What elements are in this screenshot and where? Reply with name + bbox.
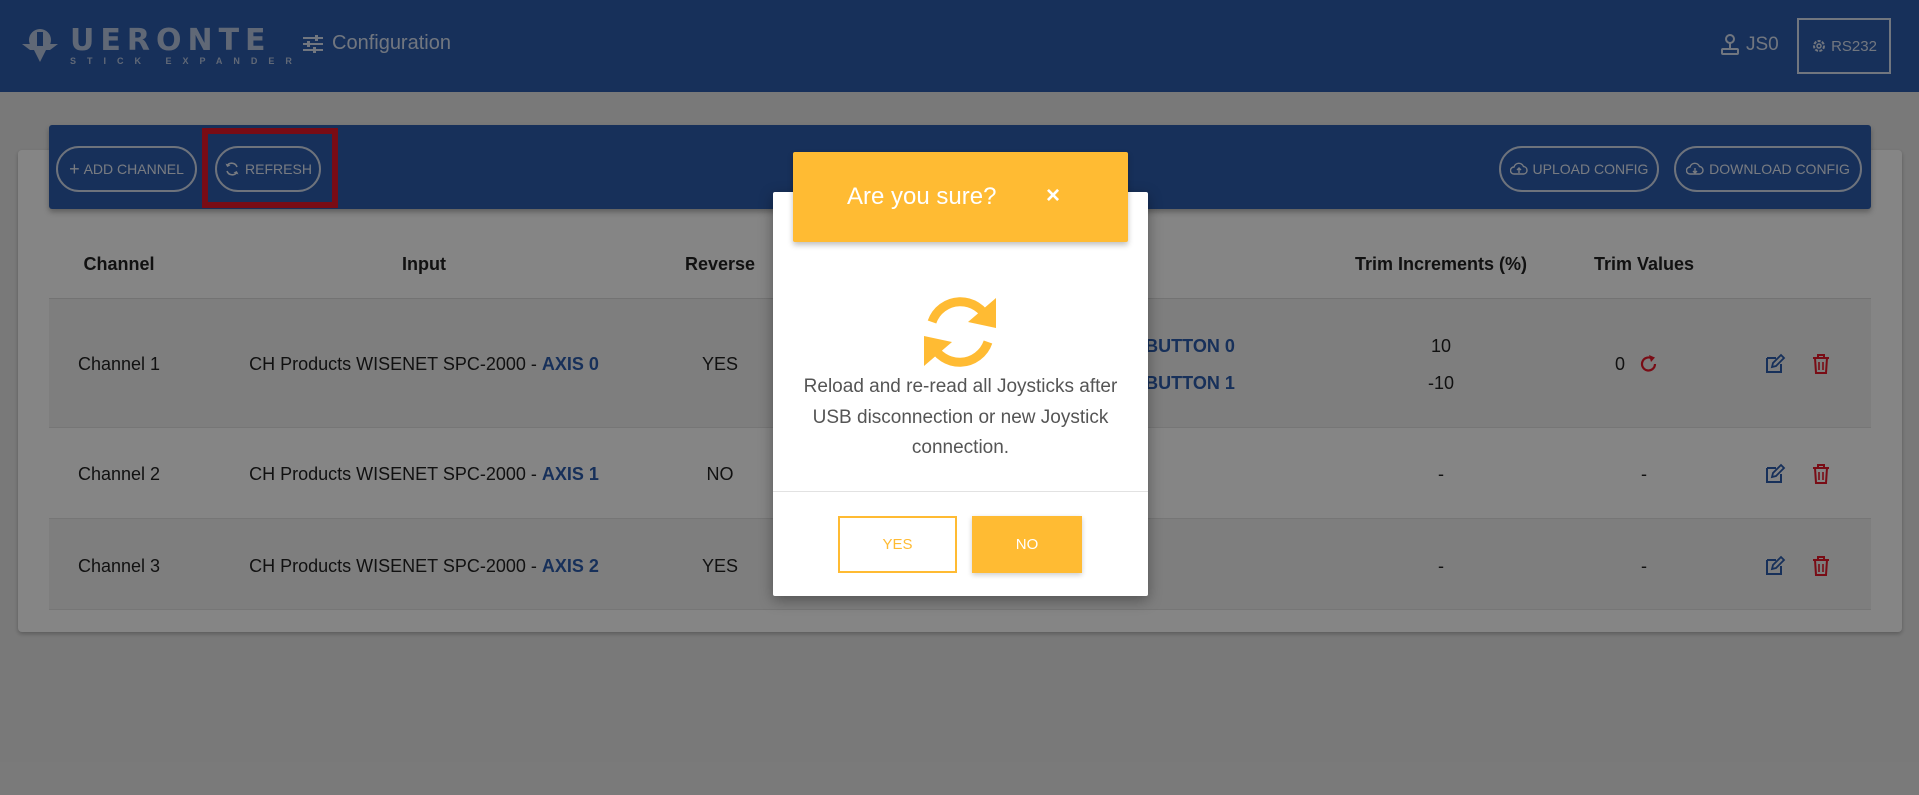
- confirm-dialog-title: Are you sure?: [847, 183, 997, 210]
- close-icon[interactable]: ×: [1039, 182, 1067, 210]
- yes-button[interactable]: YES: [838, 516, 957, 573]
- confirm-dialog-divider: [773, 491, 1148, 492]
- refresh-large-icon: [924, 297, 996, 367]
- no-button[interactable]: NO: [972, 516, 1082, 573]
- confirm-dialog-message: Reload and re-read all Joysticks after U…: [803, 376, 1118, 458]
- confirm-dialog-header: Are you sure? ×: [793, 152, 1128, 242]
